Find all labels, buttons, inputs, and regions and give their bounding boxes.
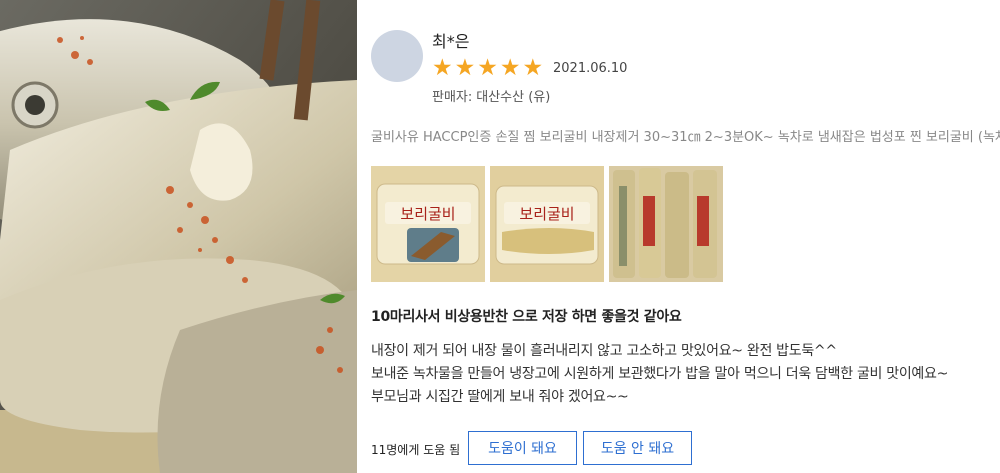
review-body: 내장이 제거 되어 내장 물이 흘러내리지 않고 고소하고 맛있어요~ 완전 밥… xyxy=(371,340,948,409)
avatar xyxy=(371,30,423,82)
helpful-yes-button[interactable]: 도움이 돼요 xyxy=(468,431,577,465)
review-card: 최*은 ★ ★ ★ ★ ★ 2021.06.10 판매자: 대산수산 (유) 굴비… xyxy=(357,0,1000,473)
review-date: 2021.06.10 xyxy=(553,61,628,76)
review-photo-2[interactable]: 보리굴비 xyxy=(490,166,604,282)
fish-photo xyxy=(0,0,357,473)
thumb-label: 보리굴비 xyxy=(519,205,574,223)
reviewer-name: 최*은 xyxy=(432,32,470,51)
seller-name[interactable]: 대산수산 (유) xyxy=(476,90,550,105)
review-body-line: 내장이 제거 되어 내장 물이 흘러내리지 않고 고소하고 맛있어요~ 완전 밥… xyxy=(371,343,837,359)
seller-info: 판매자: 대산수산 (유) xyxy=(432,86,550,105)
star-icon: ★ xyxy=(454,55,476,81)
review-body-line: 보내준 녹차물을 만들어 냉장고에 시원하게 보관했다가 밥을 말아 먹으니 더… xyxy=(371,366,949,382)
helpful-no-button[interactable]: 도움 안 돼요 xyxy=(583,431,692,465)
review-headline: 10마리사서 비상용반찬 으로 저장 하면 좋을것 같아요 xyxy=(371,309,682,325)
review-photo-1[interactable]: 보리굴비 xyxy=(371,166,485,282)
review-photo-3[interactable] xyxy=(609,166,723,282)
star-icon: ★ xyxy=(432,55,453,81)
review-body-line: 부모님과 시집간 딸에게 보내 줘야 겠어요~~ xyxy=(371,389,629,405)
review-photos: 보리굴비 보리굴비 xyxy=(371,166,723,282)
rating-stars: ★ ★ ★ ★ ★ xyxy=(432,56,543,80)
star-icon: ★ xyxy=(499,55,521,81)
helpful-count: 11명에게 도움 됨 xyxy=(371,443,461,457)
product-option: 굴비사유 HACCP인증 손질 찜 보리굴비 내장제거 30~31㎝ 2~3분O… xyxy=(371,130,1000,145)
star-icon: ★ xyxy=(477,55,498,81)
thumb-label: 보리굴비 xyxy=(400,205,455,223)
seller-label: 판매자: xyxy=(432,90,473,105)
star-icon: ★ xyxy=(522,55,544,81)
